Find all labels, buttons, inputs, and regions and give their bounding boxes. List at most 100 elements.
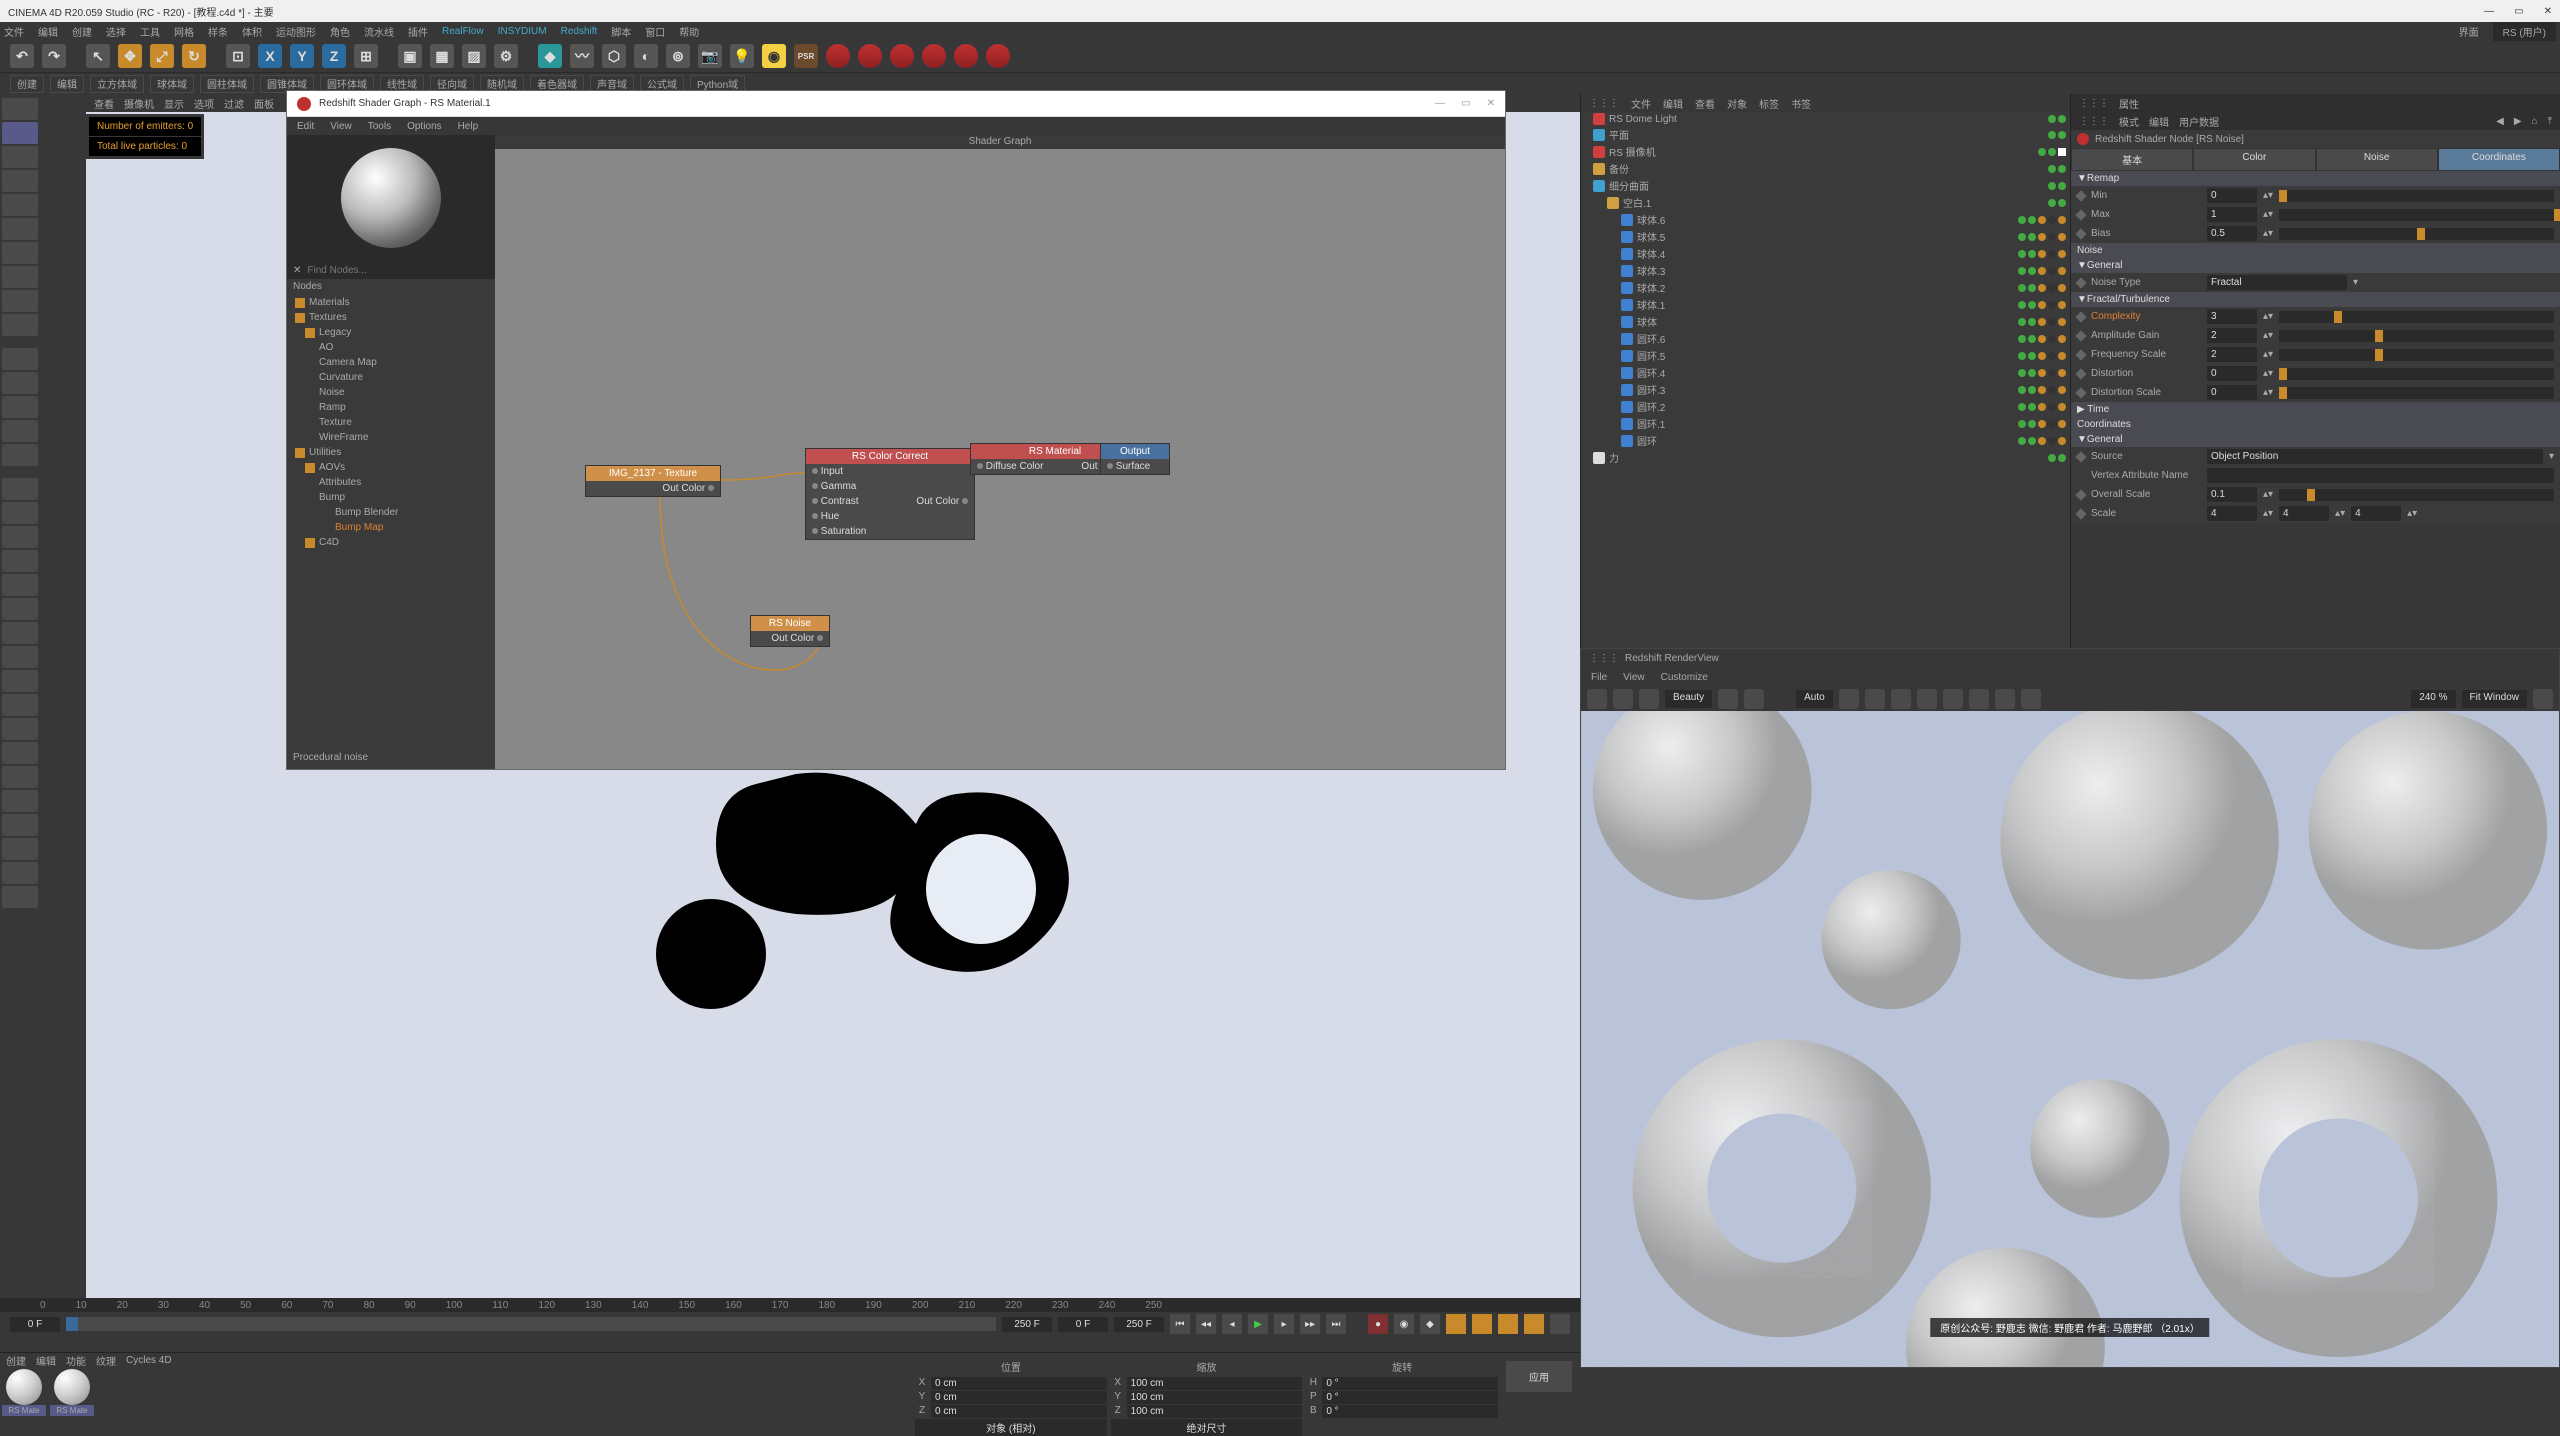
tree-item[interactable]: Legacy bbox=[287, 325, 495, 340]
field-edit[interactable]: 编辑 bbox=[50, 75, 84, 93]
node-tree[interactable]: Materials Textures Legacy AO Camera Map … bbox=[287, 295, 495, 749]
frame-end[interactable]: 250 F bbox=[1002, 1317, 1052, 1332]
input-port[interactable] bbox=[1107, 463, 1113, 469]
overall-scale-slider[interactable] bbox=[2279, 489, 2554, 501]
xp-2[interactable] bbox=[2, 502, 38, 524]
key-pos-icon[interactable] bbox=[1446, 1314, 1466, 1334]
object-row[interactable]: 圆环.6 bbox=[1581, 330, 2070, 347]
menu-realflow[interactable]: RealFlow bbox=[442, 26, 484, 37]
timeline-ruler[interactable]: 0102030405060708090100110120130140150160… bbox=[0, 1298, 1580, 1312]
render-picture[interactable]: ▨ bbox=[462, 44, 486, 68]
menu-create[interactable]: 创建 bbox=[72, 24, 92, 39]
menu-select[interactable]: 选择 bbox=[106, 24, 126, 39]
tab-noise[interactable]: Noise bbox=[2316, 148, 2438, 171]
next-frame-icon[interactable]: ▸ bbox=[1274, 1314, 1294, 1334]
object-row[interactable]: 球体.2 bbox=[1581, 279, 2070, 296]
vp-options[interactable]: 选项 bbox=[194, 96, 214, 111]
rot-h[interactable]: 0 ° bbox=[1322, 1377, 1498, 1390]
add-environment[interactable]: ⊚ bbox=[666, 44, 690, 68]
rv-view[interactable]: View bbox=[1623, 672, 1645, 683]
keyframe-button[interactable]: ◆ bbox=[1420, 1314, 1440, 1334]
goto-start-icon[interactable]: ⏮ bbox=[1170, 1314, 1190, 1334]
xp-10[interactable] bbox=[2, 694, 38, 716]
menu-window[interactable]: 窗口 bbox=[645, 24, 665, 39]
dropdown-arrow-icon[interactable]: ▾ bbox=[2353, 277, 2358, 288]
record-6[interactable] bbox=[986, 44, 1010, 68]
locked-workplane[interactable] bbox=[2, 420, 38, 442]
rotate-tool[interactable]: ↻ bbox=[182, 44, 206, 68]
mm-tex[interactable]: 纹理 bbox=[96, 1353, 116, 1368]
pos-y[interactable]: 0 cm bbox=[931, 1391, 1107, 1404]
rot-b[interactable]: 0 ° bbox=[1322, 1405, 1498, 1418]
select-tool[interactable]: ↖ bbox=[86, 44, 110, 68]
xp-15[interactable] bbox=[2, 814, 38, 836]
apply-button[interactable]: 应用 bbox=[1506, 1361, 1572, 1392]
om-bookmarks[interactable]: 书签 bbox=[1791, 96, 1811, 111]
node-output[interactable]: Output Surface bbox=[1100, 443, 1170, 475]
rv-snapshot2-icon[interactable] bbox=[1969, 689, 1989, 709]
om-file[interactable]: 文件 bbox=[1631, 96, 1651, 111]
rv-snapshot-icon[interactable] bbox=[1744, 689, 1764, 709]
menu-spline[interactable]: 样条 bbox=[208, 24, 228, 39]
rv-list-icon[interactable] bbox=[1995, 689, 2015, 709]
render-view[interactable]: ▣ bbox=[398, 44, 422, 68]
tree-item[interactable]: Textures bbox=[287, 310, 495, 325]
model-mode[interactable] bbox=[2, 122, 38, 144]
object-row[interactable]: 圆环 bbox=[1581, 432, 2070, 449]
vp-camera[interactable]: 摄像机 bbox=[124, 96, 154, 111]
xp-8[interactable] bbox=[2, 646, 38, 668]
keyframe-diamond-icon[interactable] bbox=[2075, 277, 2086, 288]
mm-edit[interactable]: 编辑 bbox=[36, 1353, 56, 1368]
frame-cur[interactable]: 0 F bbox=[1058, 1317, 1108, 1332]
play-button[interactable]: ▶ bbox=[1248, 1314, 1268, 1334]
field-create[interactable]: 创建 bbox=[10, 75, 44, 93]
output-port[interactable] bbox=[962, 498, 968, 504]
texture-mode[interactable] bbox=[2, 146, 38, 168]
key-scale-icon[interactable] bbox=[1472, 1314, 1492, 1334]
x-axis-lock[interactable]: X bbox=[258, 44, 282, 68]
object-row[interactable]: RS Dome Light bbox=[1581, 112, 2070, 126]
record-button[interactable]: ● bbox=[1368, 1314, 1388, 1334]
scale-z[interactable]: 4 bbox=[2351, 506, 2401, 521]
mm-create[interactable]: 创建 bbox=[6, 1353, 26, 1368]
add-deformer[interactable]: ◐ bbox=[634, 44, 658, 68]
field-sphere[interactable]: 球体域 bbox=[150, 75, 194, 93]
xp-17[interactable] bbox=[2, 862, 38, 884]
object-row[interactable]: 球体.6 bbox=[1581, 211, 2070, 228]
nav-back-icon[interactable]: ◀ bbox=[2496, 116, 2504, 127]
output-port[interactable] bbox=[708, 485, 714, 491]
viewport-solo[interactable] bbox=[2, 314, 38, 336]
object-row[interactable]: 圆环.2 bbox=[1581, 398, 2070, 415]
menu-edit[interactable]: 编辑 bbox=[38, 24, 58, 39]
tree-item[interactable]: AO bbox=[287, 340, 495, 355]
key-rot-icon[interactable] bbox=[1498, 1314, 1518, 1334]
tab-color[interactable]: Color bbox=[2193, 148, 2315, 171]
shader-graph-canvas[interactable]: Shader Graph IMG_2137 - Texture Out Colo… bbox=[495, 135, 1505, 769]
field-box[interactable]: 立方体域 bbox=[90, 75, 144, 93]
redo-button[interactable]: ↷ bbox=[42, 44, 66, 68]
xp-16[interactable] bbox=[2, 838, 38, 860]
am-edit[interactable]: 编辑 bbox=[2149, 114, 2169, 129]
layout-dropdown[interactable]: RS (用户) bbox=[2493, 22, 2556, 41]
tree-item[interactable]: Attributes bbox=[287, 475, 495, 490]
input-port[interactable] bbox=[977, 463, 983, 469]
menu-mesh[interactable]: 网格 bbox=[174, 24, 194, 39]
nav-fwd-icon[interactable]: ▶ bbox=[2514, 116, 2522, 127]
xp-3[interactable] bbox=[2, 526, 38, 548]
am-userdata[interactable]: 用户数据 bbox=[2179, 114, 2219, 129]
menu-help[interactable]: 帮助 bbox=[679, 24, 699, 39]
tree-item[interactable]: Materials bbox=[287, 295, 495, 310]
mm-func[interactable]: 功能 bbox=[66, 1353, 86, 1368]
planar-workplane[interactable] bbox=[2, 444, 38, 466]
source-dropdown[interactable]: Object Position bbox=[2207, 449, 2543, 464]
shader-window-titlebar[interactable]: Redshift Shader Graph - RS Material.1 — … bbox=[287, 91, 1505, 117]
material-slot[interactable]: RS Mate bbox=[50, 1369, 94, 1416]
key-param-icon[interactable] bbox=[1524, 1314, 1544, 1334]
node-search-input[interactable]: Find Nodes... bbox=[307, 265, 366, 276]
workplane[interactable] bbox=[2, 396, 38, 418]
object-row[interactable]: 圆环.1 bbox=[1581, 415, 2070, 432]
frame-start[interactable]: 0 F bbox=[10, 1317, 60, 1332]
object-row[interactable]: 空白.1 bbox=[1581, 194, 2070, 211]
xp-5[interactable] bbox=[2, 574, 38, 596]
tree-item[interactable]: Curvature bbox=[287, 370, 495, 385]
